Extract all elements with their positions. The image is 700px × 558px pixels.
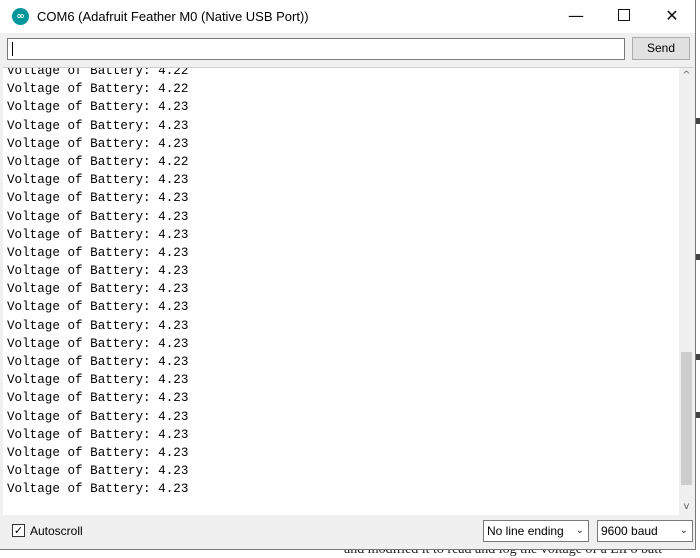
vertical-scrollbar[interactable]: ^ v xyxy=(679,68,694,515)
check-icon: ✓ xyxy=(13,524,24,537)
output-line: Voltage of Battery: 4.23 xyxy=(7,464,189,479)
maximize-icon xyxy=(618,9,630,21)
background-fragment xyxy=(696,118,700,124)
scroll-thumb[interactable] xyxy=(681,352,692,485)
output-line: Voltage of Battery: 4.23 xyxy=(7,282,189,297)
arduino-icon: ∞ xyxy=(12,8,29,25)
output-line: Voltage of Battery: 4.23 xyxy=(7,391,189,406)
serial-output[interactable]: Voltage of Battery: 4.22 Voltage of Batte… xyxy=(3,67,694,515)
status-bar: ✓ Autoscroll No line ending ⌄ 9600 baud … xyxy=(0,516,695,548)
text-caret xyxy=(12,42,13,56)
background-fragment xyxy=(696,412,700,418)
output-line: Voltage of Battery: 4.23 xyxy=(7,245,189,260)
send-button[interactable]: Send xyxy=(632,37,690,60)
background-fragment xyxy=(696,354,700,360)
output-line: Voltage of Battery: 4.23 xyxy=(7,300,189,315)
output-line: Voltage of Battery: 4.22 xyxy=(7,154,189,169)
output-line: Voltage of Battery: 4.23 xyxy=(7,118,189,133)
output-lines: Voltage of Battery: 4.22 Voltage of Batte… xyxy=(7,67,189,499)
baud-rate-dropdown[interactable]: 9600 baud ⌄ xyxy=(597,520,693,542)
output-line: Voltage of Battery: 4.22 xyxy=(7,67,189,78)
output-line: Voltage of Battery: 4.23 xyxy=(7,336,189,351)
output-line: Voltage of Battery: 4.23 xyxy=(7,191,189,206)
output-line: Voltage of Battery: 4.23 xyxy=(7,355,189,369)
output-line: Voltage of Battery: 4.23 xyxy=(7,209,189,224)
maximize-button[interactable] xyxy=(601,0,647,32)
output-line: Voltage of Battery: 4.22 xyxy=(7,82,189,97)
output-line: Voltage of Battery: 4.23 xyxy=(7,427,189,442)
scroll-up-arrow-icon[interactable]: ^ xyxy=(679,68,694,84)
serial-input[interactable] xyxy=(7,38,625,60)
autoscroll-label: Autoscroll xyxy=(30,524,83,538)
close-button[interactable]: ✕ xyxy=(649,0,695,32)
output-line: Voltage of Battery: 4.23 xyxy=(7,173,189,188)
output-line: Voltage of Battery: 4.23 xyxy=(7,318,189,333)
chevron-down-icon: ⌄ xyxy=(575,525,584,536)
output-line: Voltage of Battery: 4.23 xyxy=(7,227,189,242)
output-line: Voltage of Battery: 4.23 xyxy=(7,445,189,460)
window-title: COM6 (Adafruit Feather M0 (Native USB Po… xyxy=(37,9,309,24)
line-ending-value: No line ending xyxy=(487,524,564,538)
baud-rate-value: 9600 baud xyxy=(601,524,658,538)
line-ending-dropdown[interactable]: No line ending ⌄ xyxy=(483,520,589,542)
output-line: Voltage of Battery: 4.23 xyxy=(7,136,189,151)
output-line: Voltage of Battery: 4.23 xyxy=(7,482,189,497)
input-row: Send xyxy=(0,33,695,66)
autoscroll-checkbox[interactable]: ✓ xyxy=(12,524,25,537)
title-bar[interactable]: ∞ COM6 (Adafruit Feather M0 (Native USB … xyxy=(0,0,695,33)
output-line: Voltage of Battery: 4.23 xyxy=(7,409,189,424)
scroll-down-arrow-icon[interactable]: v xyxy=(679,499,694,515)
chevron-down-icon: ⌄ xyxy=(679,525,688,536)
minimize-button[interactable]: — xyxy=(553,0,599,32)
output-line: Voltage of Battery: 4.23 xyxy=(7,264,189,279)
background-fragment xyxy=(696,254,700,260)
output-line: Voltage of Battery: 4.23 xyxy=(7,373,189,388)
serial-monitor-window: ∞ COM6 (Adafruit Feather M0 (Native USB … xyxy=(0,0,696,550)
output-line: Voltage of Battery: 4.23 xyxy=(7,100,189,115)
